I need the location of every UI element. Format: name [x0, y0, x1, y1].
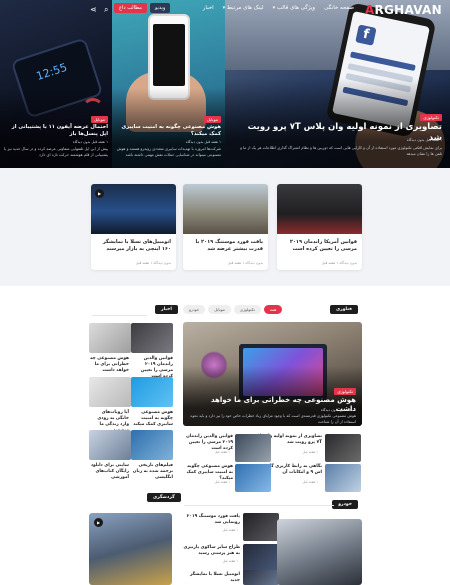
side-thumbnail[interactable]: [131, 323, 173, 353]
card-title[interactable]: قوانین آمریکا راندمان ۲۰۱۹ مرسی را تعیین…: [282, 239, 357, 253]
list-meta: ۱ هفته قبل: [214, 450, 230, 454]
hot-links: مطالب داغ ویدیو: [114, 3, 171, 13]
post-thumbnail[interactable]: [243, 513, 279, 541]
chevron-down-icon: ▾: [222, 5, 226, 11]
card-title[interactable]: اتومبیل‌های تسلا با نمایشگر ۱۶۰ اینچی به…: [96, 239, 171, 253]
post-thumbnail[interactable]: [243, 544, 279, 572]
video-tag[interactable]: ویدیو: [149, 3, 171, 13]
list-meta: ۱ هفته قبل: [302, 450, 318, 454]
hero-main-meta: ۱ هفته قبل بدون دیدگاه: [406, 138, 442, 142]
site-logo[interactable]: ARGHAVAN: [365, 3, 442, 17]
side-thumbnail[interactable]: [89, 377, 131, 407]
big-post-excerpt: هوش مصنوعی تکنولوژی قدرتمندی است که با و…: [190, 413, 356, 424]
play-icon[interactable]: ▶: [94, 518, 103, 527]
featured-big-post[interactable]: تکنولوژی هوش مصنوعی چه خطراتی برای ما خو…: [183, 322, 362, 426]
post-thumbnail[interactable]: [235, 464, 271, 492]
tab-all[interactable]: همه: [263, 305, 283, 314]
hero-left-post[interactable]: 12:55 موبایل احتمال عرضه آیفون ۱۱ با پشت…: [0, 0, 112, 168]
side-title[interactable]: سایتی برای دانلود رایگان کتاب‌های آموزشی: [89, 463, 129, 481]
hero-middle-meta: ۱ هفته قبل بدون دیدگاه: [185, 140, 221, 144]
category-badge[interactable]: موبایل: [90, 116, 108, 123]
hero-middle-post[interactable]: موبایل هوش مصنوعی چگونه به امنیت سایبری …: [112, 0, 225, 168]
facebook-icon: f: [355, 24, 377, 46]
list-title[interactable]: طراح سایز ساکوی پارتیزی به هنر پرستی رسی…: [182, 545, 240, 557]
side-title[interactable]: هوش مصنوعی چه خطراتی برای ما خواهد داشت: [89, 356, 129, 374]
hero-middle-excerpt: شرکت‌ها امروزه با تهدیدات سایبری متعددی …: [116, 146, 221, 157]
featured-card[interactable]: یافت فورد موستنگ ۲۰۱۹ با قدرت بیشتر عرضه…: [183, 184, 268, 270]
side-title[interactable]: فیلم‌های تاریخی ترجمه شده به زبان انگلیس…: [131, 463, 173, 481]
side-thumbnail[interactable]: [89, 323, 131, 353]
category-badge[interactable]: موبایل: [203, 116, 221, 123]
big-post-meta: ۱ هفته قبل بدون دیدگاه: [320, 408, 356, 412]
list-meta: ۱ هفته قبل: [302, 480, 318, 484]
hero-left-title[interactable]: احتمال عرضه آیفون ۱۱ با پشتیبانی از اپل …: [4, 124, 108, 138]
category-badge[interactable]: تکنولوژی: [334, 388, 356, 395]
top-navbar: ARGHAVAN صفحه خانگی ویژگی های قالب ▾ لین…: [0, 0, 450, 22]
search-icon[interactable]: ⌕: [104, 5, 108, 15]
list-meta: ۱ هفته قبل: [214, 480, 230, 484]
side-thumbnail[interactable]: [131, 430, 173, 460]
section-tag: فناوری: [330, 305, 358, 314]
card-meta: بدون دیدگاه ۱ هفته قبل: [135, 261, 171, 265]
hero-middle-title[interactable]: هوش مصنوعی چگونه به امنیت سایبری کمک میک…: [116, 124, 221, 138]
list-title[interactable]: یافت فورد موستنگ ۲۰۱۹ رونمایی شد: [182, 514, 240, 526]
section-tag: گردشگری: [147, 493, 181, 502]
post-thumbnail[interactable]: [235, 434, 271, 462]
category-badge[interactable]: تکنولوژی: [420, 114, 442, 121]
list-title[interactable]: اتومبیل تسلا با نمایشگر جدید: [182, 572, 240, 584]
cars-post-image[interactable]: [277, 519, 362, 585]
menu-item-links[interactable]: لینک های مرتبط ▾: [223, 5, 264, 11]
main-menu: صفحه خانگی ویژگی های قالب ▾ لینک های مرت…: [203, 5, 354, 11]
post-thumbnail[interactable]: [325, 434, 361, 462]
side-section-tag: اخبار: [155, 305, 178, 314]
hero-main-excerpt: برای نمایش افکتی تکنولوژی مورد استفاده ا…: [240, 145, 442, 156]
tab-mobile[interactable]: موبایل: [208, 305, 231, 314]
tab-technology[interactable]: تکنولوژی: [233, 305, 261, 314]
hero-slider: 12:55 موبایل احتمال عرضه آیفون ۱۱ با پشت…: [0, 0, 450, 168]
post-thumbnail[interactable]: [243, 570, 279, 585]
menu-item-features[interactable]: ویژگی های قالب ▾: [273, 5, 315, 11]
card-title[interactable]: یافت فورد موستنگ ۲۰۱۹ با قدرت بیشتر عرضه…: [188, 239, 263, 253]
card-meta: بدون دیدگاه ۱ هفته قبل: [227, 261, 263, 265]
tab-cars[interactable]: خودرو: [183, 305, 206, 314]
section-tabs: خودرو موبایل تکنولوژی همه: [183, 305, 283, 314]
hero-left-excerpt: پیش از این اپل تلفنهایی متفاوتی عرضه کرد…: [4, 146, 108, 157]
hero-left-meta: ۱ هفته قبل بدون دیدگاه: [72, 140, 108, 144]
menu-item-home[interactable]: صفحه خانگی: [324, 5, 354, 11]
section-tag: خودرو: [332, 500, 358, 509]
featured-card[interactable]: ▶ اتومبیل‌های تسلا با نمایشگر ۱۶۰ اینچی …: [91, 184, 176, 270]
list-meta: ۱ هفته قبل: [222, 559, 238, 563]
hot-tag[interactable]: مطالب داغ: [114, 3, 147, 13]
post-image: [183, 184, 268, 234]
side-title[interactable]: هوش مصنوعی چگونه به امنیت سایبری کمک میک…: [131, 410, 173, 428]
card-meta: بدون دیدگاه ۱ هفته قبل: [321, 261, 357, 265]
post-image: [277, 184, 362, 234]
side-thumbnail[interactable]: [89, 430, 131, 460]
share-icon[interactable]: ⋖: [90, 5, 97, 14]
travel-post-image[interactable]: ▶: [89, 513, 172, 585]
play-icon[interactable]: ▶: [95, 189, 104, 198]
chevron-down-icon: ▾: [272, 5, 276, 11]
list-meta: ۱ هفته قبل: [222, 528, 238, 532]
hero-main-post[interactable]: f تکنولوژی تصاویری از نمونه اولیه وان پل…: [225, 0, 450, 168]
side-thumbnail[interactable]: [131, 377, 173, 407]
menu-item-news[interactable]: اخبار: [203, 5, 214, 11]
post-thumbnail[interactable]: [325, 464, 361, 492]
featured-card[interactable]: قوانین آمریکا راندمان ۲۰۱۹ مرسی را تعیین…: [277, 184, 362, 270]
